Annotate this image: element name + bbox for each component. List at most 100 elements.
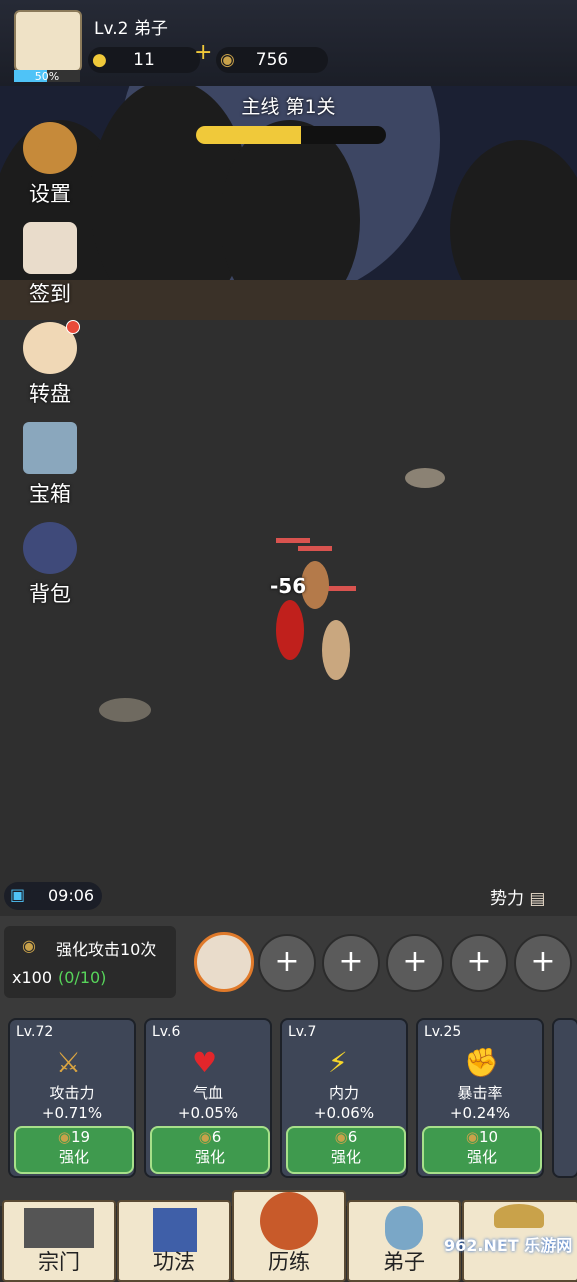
nav-adventure[interactable]: 历练 <box>232 1190 346 1282</box>
add-slot-button[interactable]: + <box>514 934 572 992</box>
upgrade-cost: 6 <box>347 1128 358 1146</box>
nav-sect[interactable]: 宗门 <box>2 1200 116 1282</box>
plus-icon: + <box>338 944 364 979</box>
chest-label: 宝箱 <box>29 482 71 506</box>
upgrade-cost: 6 <box>211 1128 222 1146</box>
coin-amount: 756 <box>255 50 289 70</box>
wheel-label: 转盘 <box>29 382 71 406</box>
upgrade-card-crit: Lv.25 ✊ 暴击率 +0.24% ◉10 强化 <box>416 1018 544 1178</box>
card-name: 暴击率 <box>457 1084 503 1102</box>
settings-label: 设置 <box>29 182 71 206</box>
upgrade-button[interactable]: ◉6 强化 <box>286 1126 406 1174</box>
nav-label: 历练 <box>268 1250 310 1274</box>
exp-percent: 50% <box>34 70 60 83</box>
plus-icon: + <box>274 944 300 979</box>
card-level: Lv.25 <box>424 1024 462 1040</box>
add-slot-button[interactable]: + <box>386 934 444 992</box>
stage-progress-fill <box>196 126 301 144</box>
card-name: 内力 <box>328 1084 359 1102</box>
heart-icon: ♥ <box>192 1046 218 1079</box>
coin-icon: ◉ <box>465 1128 479 1146</box>
nav-more[interactable]: 962.NET 乐游网 <box>444 1200 577 1282</box>
upgrade-card-attack: Lv.72 ⚔ 攻击力 +0.71% ◉19 强化 <box>8 1018 136 1178</box>
upgrade-label: 强化 <box>58 1148 89 1166</box>
add-gold-button[interactable]: + <box>194 40 212 65</box>
coin-icon: ◉ <box>334 1128 348 1146</box>
nav-label: 功法 <box>153 1250 195 1274</box>
drum-icon <box>260 1192 318 1250</box>
coin-resource: ◉ 756 <box>216 47 328 73</box>
add-slot-button[interactable]: + <box>258 934 316 992</box>
lightning-icon: ⚡ <box>328 1046 348 1079</box>
card-value: +0.05% <box>177 1104 239 1122</box>
tv-icon: ▣ <box>10 885 26 904</box>
card-value: +0.71% <box>41 1104 103 1122</box>
card-name: 攻击力 <box>49 1084 95 1102</box>
gold-resource: ● 11 <box>88 47 200 73</box>
disciple-slot-filled[interactable] <box>194 932 254 992</box>
task-box[interactable]: ◉ 强化攻击10次 x100 (0/10) <box>4 926 176 998</box>
pavilion-icon <box>24 1208 94 1248</box>
plus-icon: + <box>530 944 556 979</box>
checkin-button[interactable]: 签到 <box>14 222 86 308</box>
card-name: 气血 <box>192 1084 223 1102</box>
upgrade-button[interactable]: ◉6 强化 <box>150 1126 270 1174</box>
upgrade-label: 强化 <box>466 1148 497 1166</box>
timer-text: 09:06 <box>48 886 95 905</box>
coin-icon: ◉ <box>198 1128 212 1146</box>
checkin-label: 签到 <box>29 282 71 306</box>
card-value: +0.24% <box>449 1104 511 1122</box>
nav-label: 宗门 <box>38 1250 80 1274</box>
checkin-scroll-icon <box>23 222 77 274</box>
disciple-icon <box>385 1206 423 1250</box>
upgrade-card-health: Lv.6 ♥ 气血 +0.05% ◉6 强化 <box>144 1018 272 1178</box>
stage-progress-bar <box>196 126 386 144</box>
chest-icon <box>23 422 77 474</box>
upgrade-card-energy: Lv.7 ⚡ 内力 +0.06% ◉6 强化 <box>280 1018 408 1178</box>
sword-icon: ⚔ <box>56 1046 82 1079</box>
task-progress: (0/10) <box>58 968 107 987</box>
upgrade-cost: 10 <box>479 1128 499 1146</box>
coin-icon: ◉ <box>57 1128 71 1146</box>
settings-button[interactable]: 设置 <box>14 122 86 208</box>
coin-icon: ◉ <box>220 50 235 70</box>
wheel-button[interactable]: 转盘 <box>14 320 86 408</box>
upgrade-button[interactable]: ◉19 强化 <box>14 1126 134 1174</box>
nav-skills[interactable]: 功法 <box>117 1200 231 1282</box>
task-reward: x100 <box>12 968 53 987</box>
timer-badge[interactable]: ▣ 09:06 <box>4 882 102 910</box>
scroll-icon: ▤ <box>529 889 546 909</box>
top-status-bar <box>0 0 577 86</box>
coin-icon: ◉ <box>22 936 36 955</box>
player-avatar[interactable] <box>14 10 82 72</box>
add-slot-button[interactable]: + <box>322 934 380 992</box>
damage-number: -56 <box>270 574 307 598</box>
watermark-text: 962.NET 乐游网 <box>444 1236 573 1255</box>
plus-icon: + <box>466 944 492 979</box>
stage-title: 主线 第1关 <box>241 96 336 118</box>
backpack-label: 背包 <box>29 582 71 606</box>
gold-amount: 11 <box>133 50 155 70</box>
upgrade-card-partial <box>552 1018 577 1178</box>
treasure-chest-button[interactable]: 宝箱 <box>14 422 86 508</box>
gold-ingot-icon: ● <box>92 50 107 70</box>
notification-dot <box>66 320 80 334</box>
straw-hat-icon <box>494 1204 544 1228</box>
player-level: Lv.2 弟子 <box>94 19 168 39</box>
add-slot-button[interactable]: + <box>450 934 508 992</box>
faction-button[interactable]: 势力 ▤ <box>490 884 545 909</box>
faction-label: 势力 <box>490 889 524 909</box>
backpack-button[interactable]: 背包 <box>14 522 86 608</box>
upgrade-label: 强化 <box>330 1148 361 1166</box>
card-level: Lv.7 <box>288 1024 317 1040</box>
task-title: 强化攻击10次 <box>56 940 157 959</box>
card-level: Lv.6 <box>152 1024 181 1040</box>
card-value: +0.06% <box>313 1104 375 1122</box>
gear-icon <box>23 122 77 174</box>
fist-icon: ✊ <box>464 1046 499 1079</box>
nav-label: 弟子 <box>383 1250 425 1274</box>
upgrade-button[interactable]: ◉10 强化 <box>422 1126 542 1174</box>
plus-icon: + <box>402 944 428 979</box>
bag-icon <box>23 522 77 574</box>
upgrade-label: 强化 <box>194 1148 225 1166</box>
